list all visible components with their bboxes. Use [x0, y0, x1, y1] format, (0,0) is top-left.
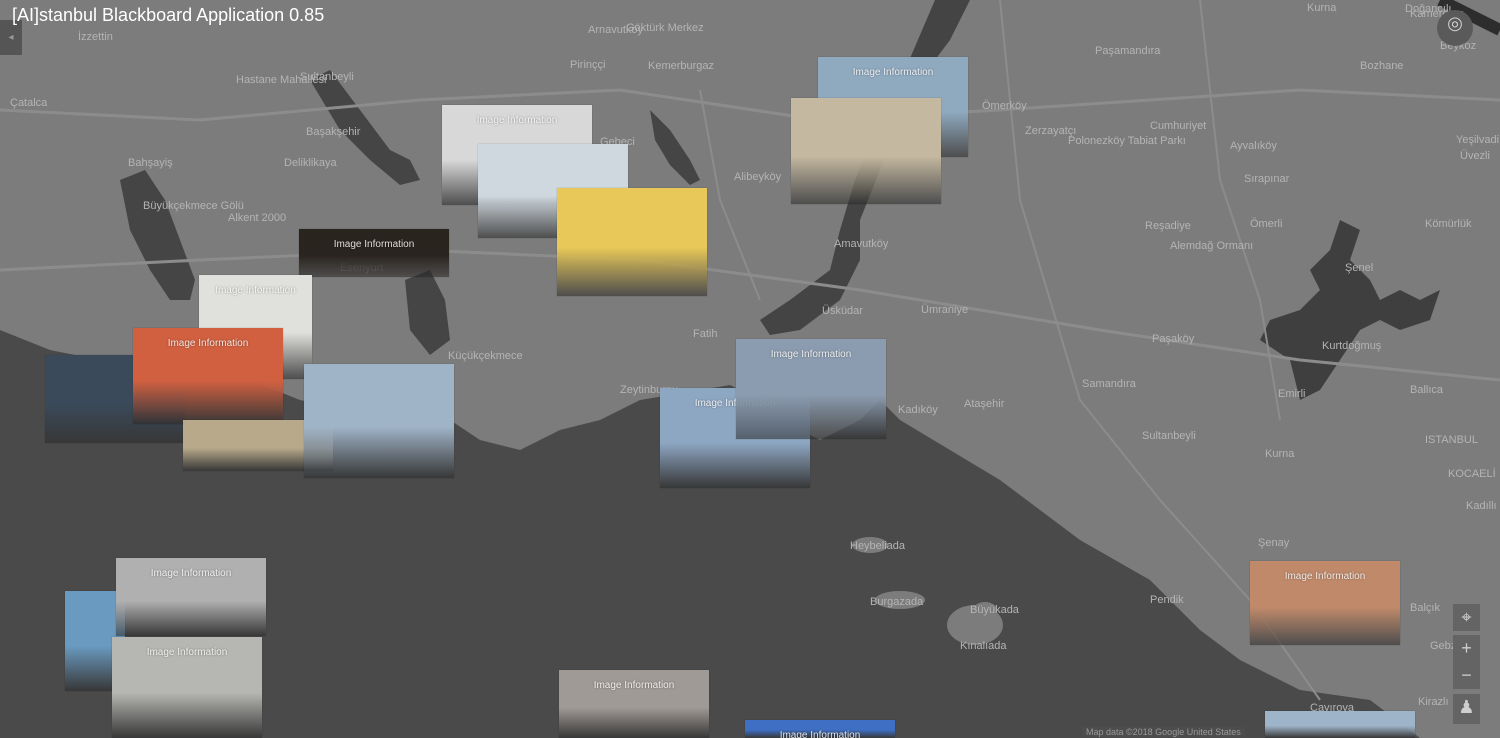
map-label: Deliklikaya [284, 157, 337, 169]
photo-card[interactable]: Image Information [299, 229, 449, 277]
photo-image [791, 98, 941, 204]
map-label: ISTANBUL [1425, 434, 1478, 446]
photo-card[interactable]: Image Information [745, 720, 895, 738]
image-information-label[interactable]: Image Information [1250, 571, 1400, 582]
map-label: Ataşehir [964, 398, 1005, 410]
map-label: Sultanbeyli [1142, 430, 1196, 442]
app-title: [AI]stanbul Blackboard Application 0.85 [12, 5, 325, 25]
map-label: Şenay [1258, 537, 1290, 549]
my-location-button[interactable]: ⌖ [1453, 604, 1480, 631]
map-label: Sultanbeyli [300, 71, 354, 83]
map-label: Amavutköy [834, 238, 889, 250]
map-label: Ömerköy [982, 100, 1027, 112]
map-label: Paşaköy [1152, 333, 1195, 345]
image-information-label[interactable]: Image Information [133, 338, 283, 349]
map-label: Küçükçekmece [448, 350, 523, 362]
map-label: Fatih [693, 328, 718, 340]
map-label: Büyükçekmece Gölü [143, 200, 244, 212]
image-information-label[interactable]: Image Information [736, 349, 886, 360]
image-information-label[interactable]: Image Information [442, 115, 592, 126]
image-information-label[interactable]: Image Information [559, 680, 709, 691]
map-label: Paşamandıra [1095, 45, 1161, 57]
map-label: Pirinççi [570, 59, 606, 71]
photo-image [1265, 711, 1415, 738]
map-label: Samandıra [1082, 378, 1136, 390]
map-label: Balçık [1410, 602, 1440, 614]
map-label: Kurna [1307, 2, 1337, 14]
map-label: Bozhane [1360, 60, 1404, 72]
street-view-pegman[interactable]: ♟ [1453, 694, 1480, 724]
photo-image [304, 364, 454, 478]
plus-icon: + [1461, 638, 1472, 658]
map-label: Kurtdoğmuş [1322, 340, 1382, 352]
photo-card[interactable]: Image Information [133, 328, 283, 424]
map-label: Alibeyköy [734, 171, 782, 183]
map-label: Emirli [1278, 388, 1306, 400]
map-label: Bahşayiş [128, 157, 173, 169]
map-label: Ayvalıköy [1230, 140, 1277, 152]
map-label: Sırapınar [1244, 173, 1290, 185]
map-label: Burgazada [870, 596, 924, 608]
map-label: Çatalca [10, 97, 48, 109]
map-label: Üsküdar [822, 305, 863, 317]
map-label: Kınalıada [960, 640, 1007, 652]
photo-card[interactable] [304, 364, 454, 478]
photo-card[interactable]: Image Information [1250, 561, 1400, 645]
image-information-label[interactable]: Image Information [116, 568, 266, 579]
map-label: Yeşilvadi [1456, 134, 1500, 146]
map-label: KOCAELİ [1448, 468, 1496, 480]
map-label: Alemdağ Ormanı [1170, 240, 1254, 252]
minus-icon: − [1461, 665, 1472, 685]
image-information-label[interactable]: Image Information [818, 67, 968, 78]
map-label: Kemerburgaz [648, 60, 715, 72]
compass-icon: ◎ [1447, 13, 1463, 33]
photo-card[interactable] [1265, 711, 1415, 738]
photo-card[interactable]: Image Information [116, 558, 266, 636]
map-attribution: Map data ©2018 Google United States [1082, 727, 1245, 737]
image-information-label[interactable]: Image Information [199, 285, 312, 296]
compass-control[interactable]: ◎ [1437, 10, 1473, 46]
map-label: Alkent 2000 [228, 212, 287, 224]
map-label: Heybeliada [850, 540, 906, 552]
map-label: İzzettin [78, 31, 113, 43]
photo-card[interactable] [557, 188, 707, 296]
photo-card[interactable]: Image Information [559, 670, 709, 738]
photo-image [299, 229, 449, 277]
map-label: Reşadiye [1145, 220, 1191, 232]
crosshair-icon: ⌖ [1461, 607, 1472, 627]
map-label: Şenel [1345, 262, 1374, 274]
photo-image [557, 188, 707, 296]
photo-card[interactable] [791, 98, 941, 204]
zoom-out-button[interactable]: − [1453, 662, 1480, 689]
zoom-in-button[interactable]: + [1453, 635, 1480, 662]
image-information-label[interactable]: Image Information [745, 730, 895, 738]
map-label: Cumhuriyet [1150, 120, 1207, 132]
map-label: Ballıca [1410, 384, 1444, 396]
image-information-label[interactable]: Image Information [299, 239, 449, 250]
map-label: Pendik [1150, 594, 1184, 606]
pegman-icon: ♟ [1458, 697, 1475, 717]
map-label: Kadıllı [1466, 500, 1497, 512]
map-label: Ömerli [1250, 218, 1283, 230]
map-label: Kurna [1265, 448, 1295, 460]
map-label: Kömürlük [1425, 218, 1472, 230]
map-label: Kirazlı [1418, 696, 1449, 708]
map-label: Ümraniye [921, 304, 969, 316]
photo-card[interactable]: Image Information [736, 339, 886, 439]
map-label: Üvezli [1460, 150, 1490, 162]
map-label: Büyükada [970, 604, 1019, 616]
map-label: Göktürk Merkez [626, 22, 704, 34]
image-information-label[interactable]: Image Information [112, 647, 262, 658]
photo-card[interactable]: Image Information [112, 637, 262, 738]
map-label: Kadıköy [898, 404, 938, 416]
map-label: Başakşehir [306, 126, 361, 138]
map-label: Polonezköy Tabiat Parkı [1068, 135, 1186, 147]
